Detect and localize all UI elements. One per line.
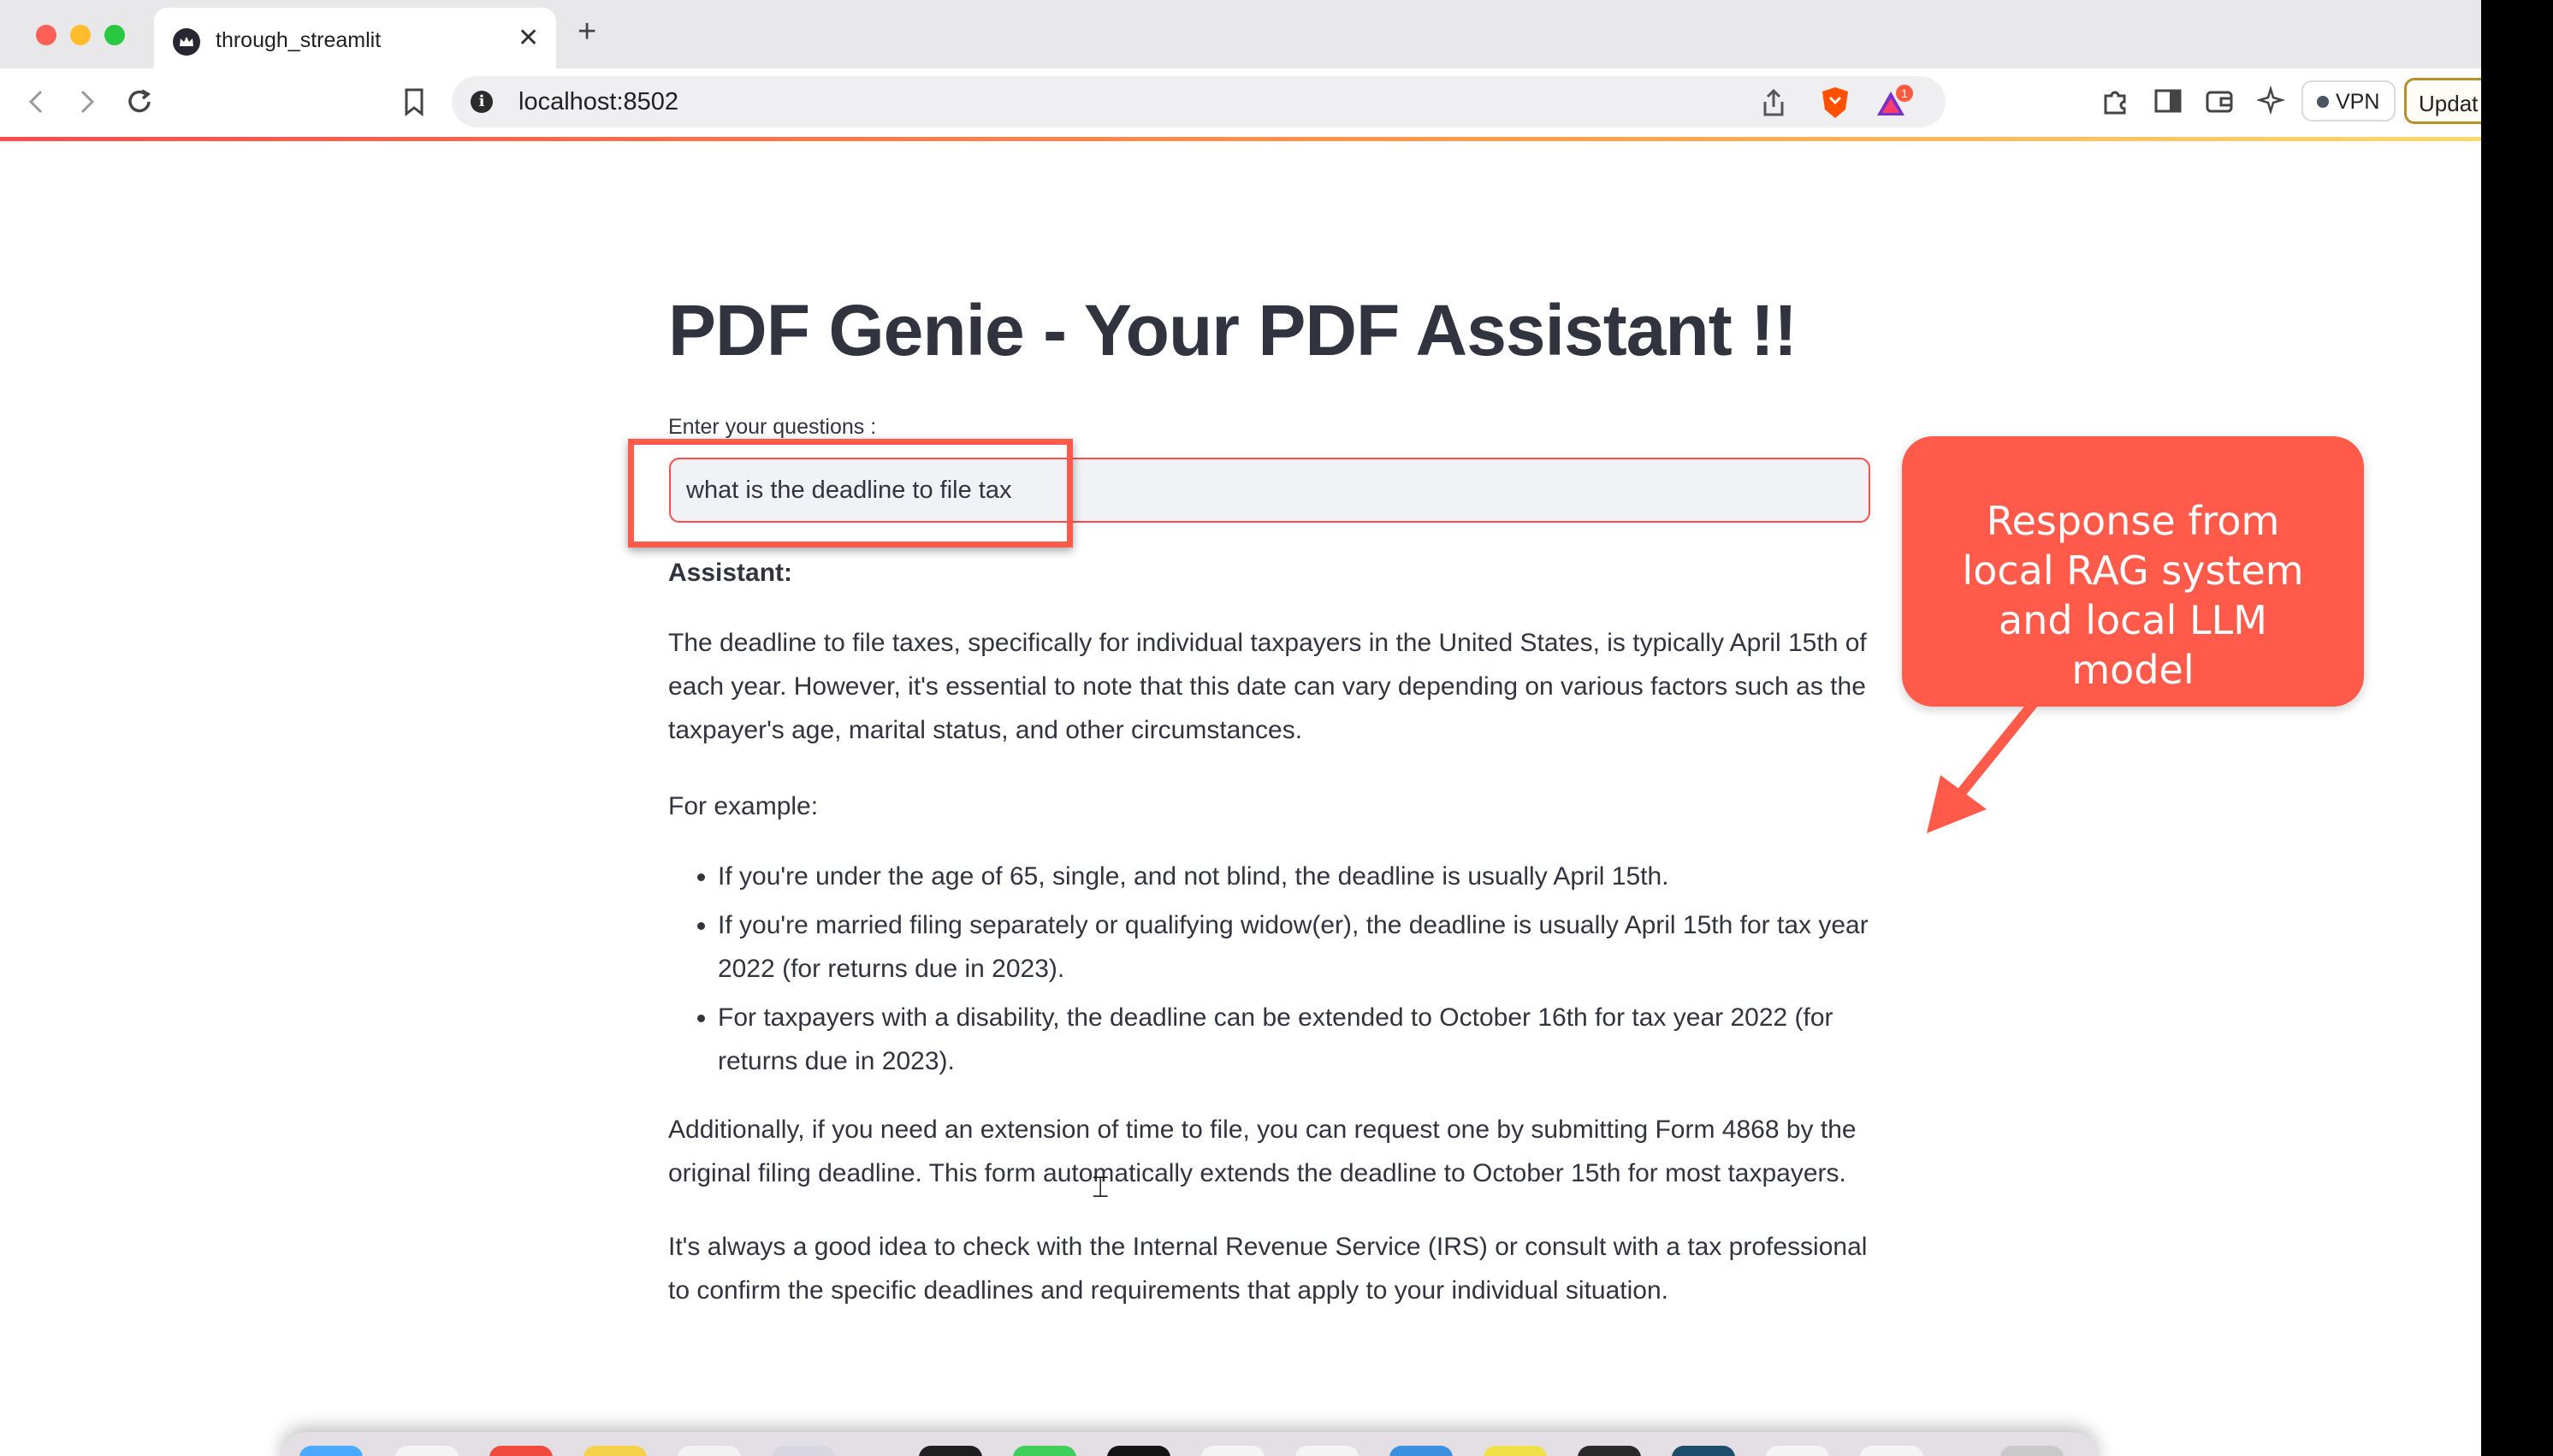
minimize-window-button[interactable] xyxy=(70,25,91,45)
response-paragraph: Additionally, if you need an extension o… xyxy=(668,1116,1857,1187)
messages-icon[interactable] xyxy=(1013,1446,1076,1456)
screen-edge xyxy=(2481,0,2553,1456)
response-paragraph: The deadline to file taxes, specifically… xyxy=(668,629,1867,744)
close-window-button[interactable] xyxy=(36,25,56,45)
callout-text: Response from local RAG system and local… xyxy=(1962,498,2304,693)
text-cursor-icon: ⌶ xyxy=(1092,1170,1110,1204)
forward-icon[interactable] xyxy=(75,89,98,115)
wallet-icon[interactable] xyxy=(2204,86,2235,116)
vpn-label: VPN xyxy=(2336,90,2380,114)
zoom-window-button[interactable] xyxy=(104,25,125,45)
question-input-label: Enter your questions : xyxy=(668,415,877,439)
tab-close-icon[interactable]: ✕ xyxy=(518,23,539,53)
browser-window: through_streamlit ✕ + i localhost:8502 1… xyxy=(0,0,2481,1456)
dock-app-icon[interactable] xyxy=(1295,1446,1359,1456)
page-title: PDF Genie - Your PDF Assistant !! xyxy=(668,290,1798,370)
vpn-status-dot xyxy=(2317,96,2329,108)
streamlit-crown-icon xyxy=(173,28,200,56)
tab-through-streamlit[interactable]: through_streamlit ✕ xyxy=(154,8,556,68)
back-icon[interactable] xyxy=(26,89,48,115)
browser-toolbar: i localhost:8502 1 VPN Updat xyxy=(0,68,2481,139)
dock-app-icon[interactable] xyxy=(1389,1446,1453,1456)
finder-icon[interactable] xyxy=(299,1446,363,1456)
assistant-label: Assistant: xyxy=(668,559,793,587)
calendar-icon[interactable] xyxy=(678,1446,741,1456)
leo-ai-icon[interactable] xyxy=(2257,86,2288,116)
dock-app-icon[interactable] xyxy=(1578,1446,1641,1456)
dock-app-icon[interactable] xyxy=(1107,1446,1170,1456)
response-paragraph: For example: xyxy=(668,792,819,820)
rewards-badge-count: 1 xyxy=(1901,86,1908,100)
dock-app-icon[interactable] xyxy=(1672,1446,1735,1456)
terminal-icon[interactable] xyxy=(919,1446,982,1456)
extensions-icon[interactable] xyxy=(2100,86,2131,116)
new-tab-button[interactable]: + xyxy=(578,15,596,48)
list-item: If you're under the age of 65, single, a… xyxy=(718,855,1875,898)
sidebar-icon[interactable] xyxy=(2153,86,2183,116)
share-icon[interactable] xyxy=(1761,88,1786,117)
dock-app-icon[interactable] xyxy=(1766,1446,1829,1456)
notes-icon[interactable] xyxy=(583,1446,647,1456)
dock-app-icon[interactable] xyxy=(772,1446,835,1456)
update-button[interactable]: Updat xyxy=(2404,78,2481,124)
reload-icon[interactable] xyxy=(125,87,154,116)
response-paragraph: It's always a good idea to check with th… xyxy=(668,1233,1868,1305)
address-bar[interactable]: i localhost:8502 1 xyxy=(452,76,1946,127)
tab-title: through_streamlit xyxy=(216,28,382,52)
dock-app-icon[interactable] xyxy=(489,1446,553,1456)
brave-shield-icon[interactable] xyxy=(1819,86,1851,120)
question-input[interactable] xyxy=(669,458,1870,523)
dock-app-icon[interactable] xyxy=(1201,1446,1265,1456)
list-item: If you're married filing separately or q… xyxy=(718,903,1875,991)
update-label: Updat xyxy=(2419,91,2479,116)
macos-dock xyxy=(281,1432,2098,1456)
callout-bubble: Response from local RAG system and local… xyxy=(1902,436,2364,707)
launchpad-icon[interactable] xyxy=(395,1446,459,1456)
list-item: For taxpayers with a disability, the dea… xyxy=(718,996,1875,1083)
site-info-icon[interactable]: i xyxy=(471,91,493,113)
streamlit-header-decoration xyxy=(0,137,2481,141)
url-text[interactable]: localhost:8502 xyxy=(518,88,678,116)
response-bullet-list: If you're under the age of 65, single, a… xyxy=(668,855,1875,1083)
rewards-icon[interactable]: 1 xyxy=(1875,85,1913,121)
bookmark-icon[interactable] xyxy=(402,87,426,116)
dock-app-icon[interactable] xyxy=(1484,1446,1547,1456)
vpn-button[interactable]: VPN xyxy=(2301,80,2396,121)
tab-strip: through_streamlit ✕ + xyxy=(0,0,2481,68)
callout-arrow-icon xyxy=(1927,695,2041,833)
trash-icon[interactable] xyxy=(2000,1446,2064,1456)
dock-app-icon[interactable] xyxy=(1860,1446,1923,1456)
